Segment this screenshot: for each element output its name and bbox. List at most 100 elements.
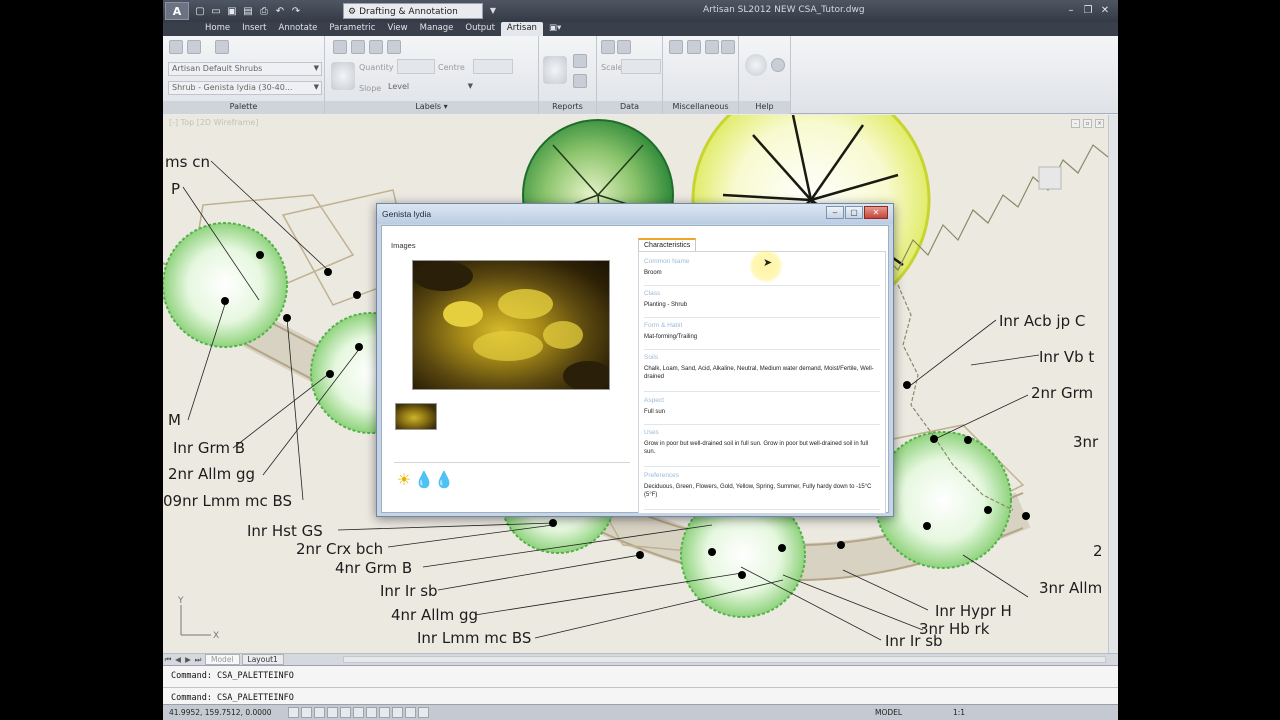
label-tool-icon[interactable] [351, 40, 365, 54]
prev-tab-icon[interactable]: ◀ [173, 655, 183, 664]
info-icon[interactable] [771, 58, 785, 72]
report-small-icon[interactable] [573, 54, 587, 68]
report-small-icon[interactable] [573, 74, 587, 88]
misc-tool-icon[interactable] [705, 40, 719, 54]
plant-label: Inr Grm B [173, 439, 246, 457]
lwt-toggle-icon[interactable] [392, 707, 403, 718]
centre-field[interactable] [473, 59, 513, 74]
label-tool-icon[interactable] [369, 40, 383, 54]
command-history: Command: CSA_PALETTEINFO [171, 671, 294, 681]
tab-insert[interactable]: Insert [236, 22, 272, 36]
restore-icon[interactable]: ▫ [1083, 119, 1092, 128]
palette-combo[interactable]: Artisan Default Shrubs ▼ [168, 62, 322, 76]
plant-label: Inr Ir sb [885, 632, 943, 650]
water-empty-icon: 💧 [434, 472, 454, 489]
tab-manage[interactable]: Manage [414, 22, 460, 36]
tab-output[interactable]: Output [459, 22, 501, 36]
data-tool-icon[interactable] [617, 40, 631, 54]
report-icon[interactable] [543, 56, 567, 84]
print-icon[interactable]: ⎙ [257, 4, 271, 18]
app-logo: A [172, 4, 182, 18]
saveas-icon[interactable]: ▤ [241, 4, 255, 18]
otrack-toggle-icon[interactable] [353, 707, 364, 718]
ortho-toggle-icon[interactable] [314, 707, 325, 718]
misc-tool-icon[interactable] [687, 40, 701, 54]
maximize-icon[interactable]: ▢ [845, 206, 863, 219]
last-tab-icon[interactable]: ⏭ [193, 655, 203, 665]
label-tool-icon[interactable] [387, 40, 401, 54]
water-full-icon: 💧 [414, 472, 434, 489]
minimize-icon[interactable]: – [1064, 3, 1078, 17]
next-tab-icon[interactable]: ▶ [183, 655, 193, 664]
plant-label: M [168, 411, 181, 429]
chevron-down-icon: ▼ [313, 83, 319, 91]
section-value: Grow in poor but well-drained soil in fu… [644, 441, 869, 455]
growing-requirements: ☀ 💧 💧 [395, 470, 454, 490]
misc-tool-icon[interactable] [721, 40, 735, 54]
command-line[interactable]: Command: CSA_PALETTEINFO Command: CSA_PA… [163, 665, 1118, 704]
qp-toggle-icon[interactable] [418, 707, 429, 718]
palette-tool-icon[interactable] [169, 40, 183, 54]
plant-label: ms cn [165, 153, 210, 171]
plant-combo[interactable]: Shrub - Genista lydia (30-40... ▼ [168, 81, 322, 95]
snap-toggle-icon[interactable] [288, 707, 299, 718]
viewport-controls-label[interactable]: [-] Top [2D Wireframe] [169, 118, 258, 127]
minimize-icon[interactable]: – [826, 206, 844, 219]
workspace-selector[interactable]: ⚙ Drafting & Annotation ▼ [343, 3, 496, 19]
palette-edit-icon[interactable] [187, 40, 201, 54]
close-icon[interactable]: ✕ [864, 206, 888, 219]
command-input[interactable]: Command: CSA_PALETTEINFO [171, 693, 294, 703]
osnap-toggle-icon[interactable] [340, 707, 351, 718]
redo-icon[interactable]: ↷ [289, 4, 303, 18]
tab-characteristics[interactable]: Characteristics [638, 238, 697, 251]
tab-parametric[interactable]: Parametric [323, 22, 381, 36]
misc-tool-icon[interactable] [669, 40, 683, 54]
labels-panel: Quantity Centre Slope Level ▼ Labels ▾ [325, 36, 539, 114]
data-tool-icon[interactable] [601, 40, 615, 54]
polar-toggle-icon[interactable] [327, 707, 338, 718]
label-leader-icon[interactable] [331, 62, 355, 90]
close-icon[interactable]: ✕ [1098, 3, 1112, 17]
dialog-title-bar[interactable]: Genista lydia – ▢ ✕ [377, 204, 893, 224]
restore-icon[interactable]: ❐ [1081, 3, 1095, 17]
status-bar: 41.9952, 159.7512, 0.0000 MODEL 1:1 [163, 704, 1118, 720]
ducs-toggle-icon[interactable] [366, 707, 377, 718]
tab-artisan[interactable]: Artisan [500, 22, 543, 36]
vertical-scrollbar[interactable] [1108, 115, 1118, 653]
undo-icon[interactable]: ↶ [273, 4, 287, 18]
scale-label: Scale [601, 63, 623, 72]
first-tab-icon[interactable]: ⏮ [163, 655, 173, 665]
grid-toggle-icon[interactable] [301, 707, 312, 718]
coordinate-readout[interactable]: 41.9952, 159.7512, 0.0000 [169, 708, 272, 717]
scale-field[interactable] [621, 59, 661, 74]
tpy-toggle-icon[interactable] [405, 707, 416, 718]
model-space-toggle[interactable]: MODEL [875, 708, 902, 717]
tab-layout1[interactable]: Layout1 [241, 654, 284, 665]
labels-panel-title[interactable]: Labels ▾ [325, 101, 538, 114]
palette-settings-icon[interactable] [215, 40, 229, 54]
misc-panel: Miscellaneous [663, 36, 739, 114]
save-icon[interactable]: ▣ [225, 4, 239, 18]
label-tool-icon[interactable] [333, 40, 347, 54]
dyn-toggle-icon[interactable] [379, 707, 390, 718]
annotation-scale[interactable]: 1:1 [953, 708, 965, 717]
tab-model[interactable]: Model [205, 654, 240, 665]
open-icon[interactable]: ▭ [209, 4, 223, 18]
plant-thumbnail[interactable] [395, 403, 437, 430]
minimize-icon[interactable]: – [1071, 119, 1080, 128]
tab-view[interactable]: View [381, 22, 413, 36]
close-icon[interactable]: × [1095, 119, 1104, 128]
section-heading: Soils [644, 354, 659, 361]
application-menu-button[interactable]: A [165, 2, 189, 20]
tab-annotate[interactable]: Annotate [273, 22, 324, 36]
slope-combo[interactable]: Level ▼ [385, 81, 475, 95]
ribbon-tabs: Home Insert Annotate Parametric View Man… [163, 22, 1118, 36]
tab-home[interactable]: Home [199, 22, 236, 36]
tab-extra-menu[interactable]: ▣▾ [543, 22, 567, 36]
new-icon[interactable]: ▢ [193, 4, 207, 18]
help-icon[interactable] [745, 54, 767, 76]
plant-label: Inr Acb jp C [999, 312, 1086, 330]
horizontal-scrollbar[interactable] [343, 656, 1106, 663]
plant-photo [412, 260, 610, 390]
quantity-field[interactable] [397, 59, 435, 74]
